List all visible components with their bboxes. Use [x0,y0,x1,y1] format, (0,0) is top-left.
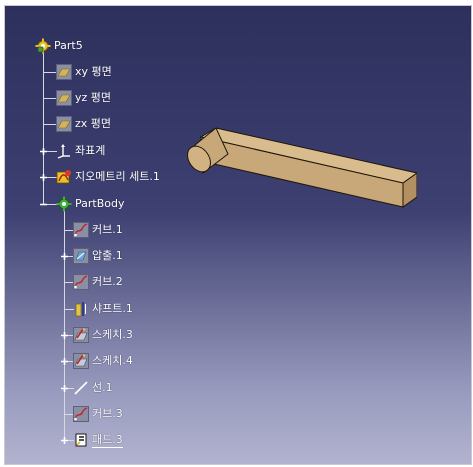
curve-icon [73,406,89,422]
geometric-set-icon [56,169,72,185]
tree-node-label: zx 평면 [75,117,112,130]
tree-node-label: PartBody [75,197,125,210]
tree-node-label: yz 평면 [75,91,112,104]
tree-node-label: 선.1 [92,381,113,394]
tree-node-label: 커브.2 [92,275,123,288]
tree-node-label: xy 평면 [75,65,112,78]
part-body-icon [56,196,72,212]
sketch-icon [73,327,89,343]
tree-node-label: 스케치.4 [92,354,133,367]
expand-toggle[interactable] [60,436,69,445]
tree-node-label: 좌표계 [75,144,106,157]
3d-viewport[interactable]: Part5 xy 평면 yz 평면 zx 평면 좌표계 지오메트리 세트.1 P… [4,5,472,465]
extrude-icon [73,248,89,264]
tree-node-curve-2[interactable]: 커브.2 [73,273,123,291]
axis-system-icon [56,143,72,159]
tree-node-plane-yz[interactable]: yz 평면 [56,89,111,107]
specification-tree: Part5 xy 평면 yz 평면 zx 평면 좌표계 지오메트리 세트.1 P… [5,6,205,464]
expand-toggle[interactable] [60,252,69,261]
tree-node-extrude-1[interactable]: 압출.1 [73,247,123,265]
tree-node-label: 커브.3 [92,407,123,420]
tree-node-label: 샤프트.1 [92,302,133,315]
tree-node-pad-3[interactable]: 패드.3 [73,431,123,449]
3d-part-model[interactable] [181,111,417,211]
plane-icon [56,116,72,132]
tree-node-label: 패드.3 [92,432,123,448]
tree-node-plane-zx[interactable]: zx 평면 [56,115,111,133]
line-icon [73,380,89,396]
shaft-icon [73,301,89,317]
curve-icon [73,274,89,290]
expand-toggle[interactable] [39,147,48,156]
plane-icon [56,90,72,106]
tree-node-sketch-3[interactable]: 스케치.3 [73,326,133,344]
expand-toggle[interactable] [60,331,69,340]
tree-node-label: 압출.1 [92,249,123,262]
pad-icon [73,432,89,448]
expand-toggle[interactable] [39,173,48,182]
sketch-icon [73,353,89,369]
part-gear-icon [35,38,51,54]
tree-node-part[interactable]: Part5 [35,37,83,55]
collapse-toggle[interactable] [39,200,48,209]
tree-node-label: 커브.1 [92,223,123,236]
tree-node-plane-xy[interactable]: xy 평면 [56,63,112,81]
tree-node-line-1[interactable]: 선.1 [73,379,113,397]
tree-node-curve-3[interactable]: 커브.3 [73,405,123,423]
tree-node-part-body[interactable]: PartBody [56,195,124,213]
tree-node-geometric-set[interactable]: 지오메트리 세트.1 [56,168,160,186]
tree-node-curve-1[interactable]: 커브.1 [73,221,123,239]
tree-node-label: 지오메트리 세트.1 [75,170,160,183]
tree-node-axis-system[interactable]: 좌표계 [56,142,105,160]
tree-node-sketch-4[interactable]: 스케치.4 [73,352,133,370]
tree-node-label: Part5 [54,39,83,52]
expand-toggle[interactable] [60,357,69,366]
curve-icon [73,222,89,238]
tree-node-shaft-1[interactable]: 샤프트.1 [73,300,133,318]
expand-toggle[interactable] [60,384,69,393]
plane-icon [56,64,72,80]
tree-node-label: 스케치.3 [92,328,133,341]
